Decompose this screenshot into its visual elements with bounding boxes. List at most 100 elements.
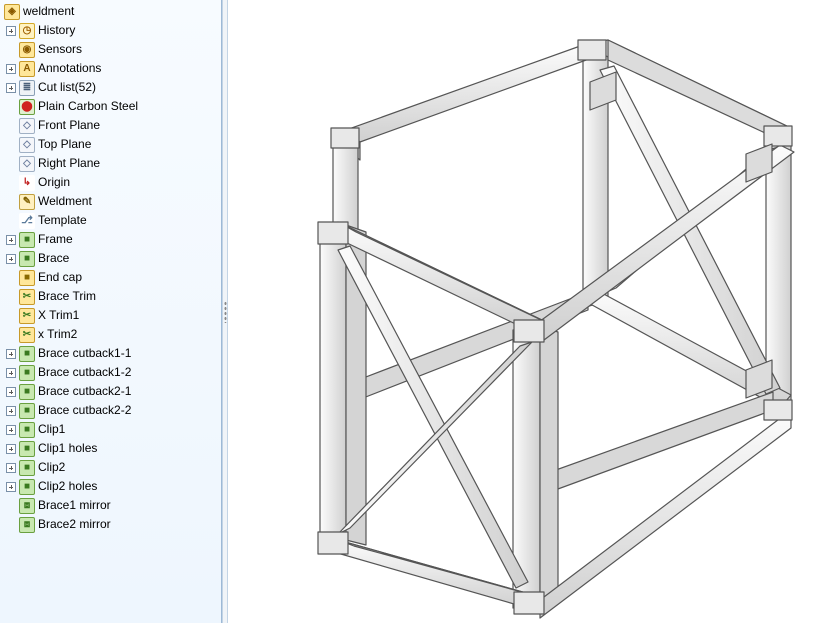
tree-item[interactable]: ■Brace cutback2-1 — [2, 382, 221, 401]
tree-item[interactable]: ■Clip2 holes — [2, 477, 221, 496]
trim-icon: ✂ — [19, 327, 35, 343]
expand-icon[interactable] — [6, 463, 16, 473]
feature-icon: ■ — [19, 384, 35, 400]
app-root: ◈ weldment ◷History◉SensorsAAnnotations≣… — [0, 0, 816, 623]
tree-item-label: Clip2 holes — [38, 477, 97, 496]
tree-item[interactable]: ✎Weldment — [2, 192, 221, 211]
tree-item[interactable]: ◇Right Plane — [2, 154, 221, 173]
tree-item-label: Brace cutback2-2 — [38, 401, 131, 420]
origin-icon: ↳ — [19, 175, 35, 191]
expand-icon[interactable] — [6, 83, 16, 93]
tree-item-label: End cap — [38, 268, 82, 287]
tree-item-label: Clip1 — [38, 420, 65, 439]
annotation-icon: A — [19, 61, 35, 77]
tree-item-label: Brace cutback1-2 — [38, 363, 131, 382]
tree-item[interactable]: ■Clip2 — [2, 458, 221, 477]
tree-item-label: Origin — [38, 173, 70, 192]
expand-icon[interactable] — [6, 64, 16, 74]
mirror-icon: ⧈ — [19, 498, 35, 514]
feature-icon: ■ — [19, 422, 35, 438]
tree-item[interactable]: ≣Cut list(52) — [2, 78, 221, 97]
weldment-model-icon — [228, 0, 816, 623]
plane-icon: ◇ — [19, 118, 35, 134]
tree-item-label: Brace2 mirror — [38, 515, 111, 534]
tree-item[interactable]: ◇Top Plane — [2, 135, 221, 154]
tree-item-label: Cut list(52) — [38, 78, 96, 97]
feature-icon: ■ — [19, 441, 35, 457]
expand-icon[interactable] — [6, 368, 16, 378]
tree-item[interactable]: AAnnotations — [2, 59, 221, 78]
trim-icon: ✂ — [19, 308, 35, 324]
trim-icon: ✂ — [19, 289, 35, 305]
sensor-icon: ◉ — [19, 42, 35, 58]
tree-item-label: History — [38, 21, 75, 40]
tree-item-label: Top Plane — [38, 135, 91, 154]
expand-icon[interactable] — [6, 349, 16, 359]
tree-item-label: Brace cutback2-1 — [38, 382, 131, 401]
tree-item-label: Template — [38, 211, 87, 230]
cutlist-icon: ≣ — [19, 80, 35, 96]
tree-item[interactable]: ◷History — [2, 21, 221, 40]
tree-item-label: Frame — [38, 230, 73, 249]
expand-icon[interactable] — [6, 425, 16, 435]
history-icon: ◷ — [19, 23, 35, 39]
expand-icon[interactable] — [6, 254, 16, 264]
feature-icon: ■ — [19, 365, 35, 381]
tree-item[interactable]: ■Clip1 holes — [2, 439, 221, 458]
expand-icon[interactable] — [6, 235, 16, 245]
tree-root-label: weldment — [23, 2, 74, 21]
tree-item[interactable]: ✂x Trim2 — [2, 325, 221, 344]
tree-item[interactable]: ⧈Brace1 mirror — [2, 496, 221, 515]
expand-icon[interactable] — [6, 482, 16, 492]
expand-icon[interactable] — [6, 26, 16, 36]
weldment-icon: ✎ — [19, 194, 35, 210]
tree-item-label: Brace1 mirror — [38, 496, 111, 515]
tree-item-label: Sensors — [38, 40, 82, 59]
tree-item-label: Brace Trim — [38, 287, 96, 306]
tree-item[interactable]: ■End cap — [2, 268, 221, 287]
tree-item-label: Annotations — [38, 59, 101, 78]
tree-item[interactable]: ■Brace cutback2-2 — [2, 401, 221, 420]
tree-item-label: Brace — [38, 249, 69, 268]
tree-item-label: Clip2 — [38, 458, 65, 477]
tree-item[interactable]: ✂Brace Trim — [2, 287, 221, 306]
tree-item-label: Plain Carbon Steel — [38, 97, 138, 116]
expand-icon[interactable] — [6, 387, 16, 397]
mirror-icon: ⧈ — [19, 517, 35, 533]
tree-item[interactable]: ■Clip1 — [2, 420, 221, 439]
plane-icon: ◇ — [19, 137, 35, 153]
part-icon: ◈ — [4, 4, 20, 20]
expand-icon[interactable] — [6, 444, 16, 454]
feature-tree-panel[interactable]: ◈ weldment ◷History◉SensorsAAnnotations≣… — [0, 0, 222, 623]
tree-item[interactable]: ⧈Brace2 mirror — [2, 515, 221, 534]
tree-item-label: Clip1 holes — [38, 439, 97, 458]
tree-item[interactable]: ■Brace cutback1-1 — [2, 344, 221, 363]
tree-item[interactable]: ✂X Trim1 — [2, 306, 221, 325]
tree-item-label: Weldment — [38, 192, 92, 211]
tree-item[interactable]: ↳Origin — [2, 173, 221, 192]
tree-item[interactable]: ◇Front Plane — [2, 116, 221, 135]
sketch3d-icon: ⎇ — [19, 213, 35, 229]
feature-icon: ■ — [19, 460, 35, 476]
feature-icon: ■ — [19, 479, 35, 495]
featureY-icon: ■ — [19, 270, 35, 286]
tree-item[interactable]: ⎇Template — [2, 211, 221, 230]
tree-item-label: Right Plane — [38, 154, 100, 173]
tree-item-label: X Trim1 — [38, 306, 79, 325]
tree-item-label: Brace cutback1-1 — [38, 344, 131, 363]
feature-icon: ■ — [19, 346, 35, 362]
tree-item-label: Front Plane — [38, 116, 100, 135]
tree-item[interactable]: ■Brace — [2, 249, 221, 268]
model-viewport[interactable] — [228, 0, 816, 623]
tree-item[interactable]: ◉Sensors — [2, 40, 221, 59]
tree-item-label: x Trim2 — [38, 325, 77, 344]
tree-item[interactable]: ■Frame — [2, 230, 221, 249]
expand-icon[interactable] — [6, 406, 16, 416]
plane-icon: ◇ — [19, 156, 35, 172]
feature-icon: ■ — [19, 232, 35, 248]
tree-item[interactable]: ■Brace cutback1-2 — [2, 363, 221, 382]
tree-item[interactable]: ⬤Plain Carbon Steel — [2, 97, 221, 116]
tree-root[interactable]: ◈ weldment — [2, 2, 221, 21]
material-icon: ⬤ — [19, 99, 35, 115]
feature-icon: ■ — [19, 251, 35, 267]
